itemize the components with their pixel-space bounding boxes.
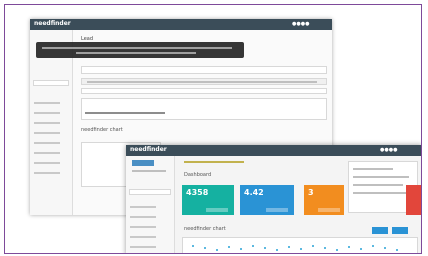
chart-point [348,246,350,248]
back-top-bar: needfinder ●●●● [30,19,332,30]
chart-point [336,249,338,251]
chart-point [300,248,302,250]
stat-tile-footer[interactable] [266,208,288,212]
front-sidebar-profile-text [132,170,166,172]
chart-point [192,245,194,247]
back-chart-section-title: needfinder chart [81,127,123,133]
back-nav-item[interactable] [34,102,60,104]
chart-point [384,247,386,249]
front-nav-item[interactable] [130,236,156,238]
stat-tile-2[interactable]: 4.42 [240,185,294,215]
panel-line [353,192,409,194]
chart-point [276,249,278,251]
back-nav-item[interactable] [34,122,60,124]
stat-tile-1[interactable]: 4358 [182,185,234,215]
front-sidebar-search[interactable] [129,189,171,195]
stat-tile-4[interactable] [406,185,421,215]
back-nav-item[interactable] [34,172,60,174]
chart-point [264,247,266,249]
back-detail-text [85,112,165,114]
front-page-title: Dashboard [184,172,212,178]
panel-line [353,184,403,186]
chart-point [252,245,254,247]
back-nav-item[interactable] [34,112,60,114]
chart-point [288,246,290,248]
back-filter-bar [81,66,327,74]
front-top-bar: needfinder ●●●● [126,145,421,156]
chart-point [396,249,398,251]
chart-point [204,247,206,249]
back-nav-item[interactable] [34,132,60,134]
stat-tile-value: 4358 [186,188,209,197]
back-brand-logo[interactable]: needfinder [34,21,71,27]
back-nav-item[interactable] [34,142,60,144]
front-chart-section-title: needfinder chart [184,226,226,232]
front-nav-item[interactable] [130,216,156,218]
front-nav-item[interactable] [130,226,156,228]
tooltip-text-line [76,52,196,54]
front-chart-button[interactable] [372,227,388,234]
back-tooltip [36,42,244,58]
back-nav-item[interactable] [34,152,60,154]
back-nav-item[interactable] [34,162,60,164]
back-notification-icons[interactable]: ●●●● [292,22,309,27]
front-app-window: needfinder ●●●● Dashboard 4358 4.42 3 ne… [126,145,421,253]
front-nav-item[interactable] [130,246,156,248]
back-sidebar-search[interactable] [33,80,69,86]
back-table-row[interactable] [81,88,327,94]
chart-point [372,245,374,247]
stat-tile-3[interactable]: 3 [304,185,344,215]
front-sidebar [126,156,175,253]
stat-tile-value: 4.42 [244,188,264,197]
front-chart-button[interactable] [392,227,408,234]
chart-point [240,248,242,250]
panel-line [353,176,409,178]
back-detail-card [81,98,327,120]
front-notification-icons[interactable]: ●●●● [380,148,397,153]
stat-tile-footer[interactable] [318,208,340,212]
front-sidebar-logo [132,160,154,166]
screenshot-frame: needfinder ●●●● Lead needfinder chart ne… [4,4,422,254]
chart-point [312,245,314,247]
chart-point [216,249,218,251]
chart-point [324,247,326,249]
panel-line [353,168,393,170]
back-column-labels [87,81,317,83]
stat-tile-value: 3 [308,188,314,197]
front-greeting [184,161,244,163]
front-brand-logo[interactable]: needfinder [130,147,167,153]
front-nav-item[interactable] [130,206,156,208]
front-chart-panel [182,237,418,253]
tooltip-text-line [42,47,232,49]
chart-point [228,246,230,248]
chart-point [360,248,362,250]
stat-tile-footer[interactable] [206,208,228,212]
